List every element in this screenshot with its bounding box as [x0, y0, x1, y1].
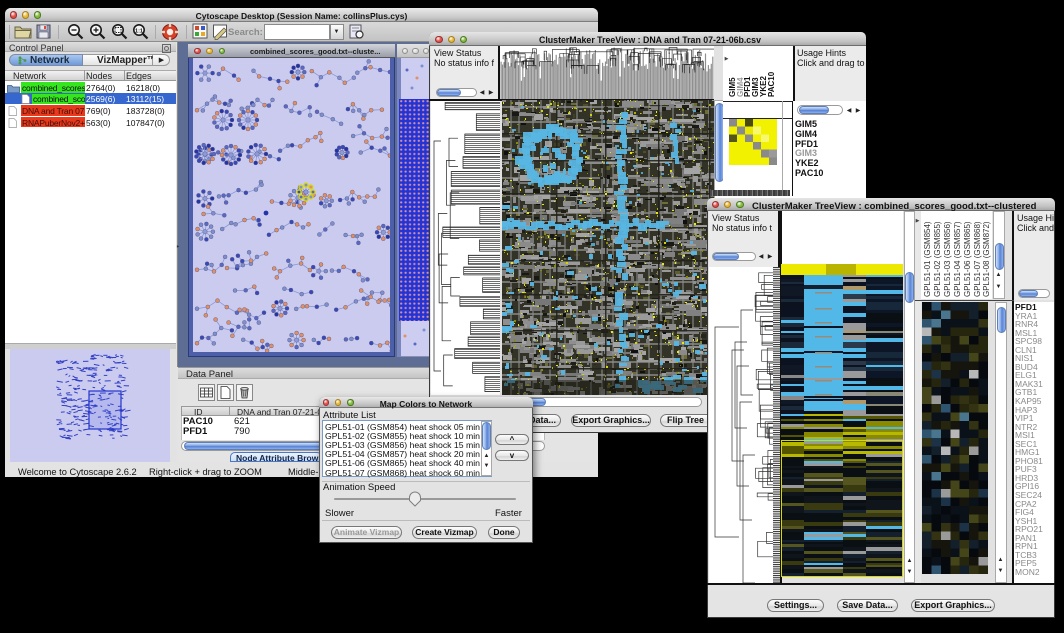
svg-text:1:1: 1:1: [135, 28, 143, 34]
